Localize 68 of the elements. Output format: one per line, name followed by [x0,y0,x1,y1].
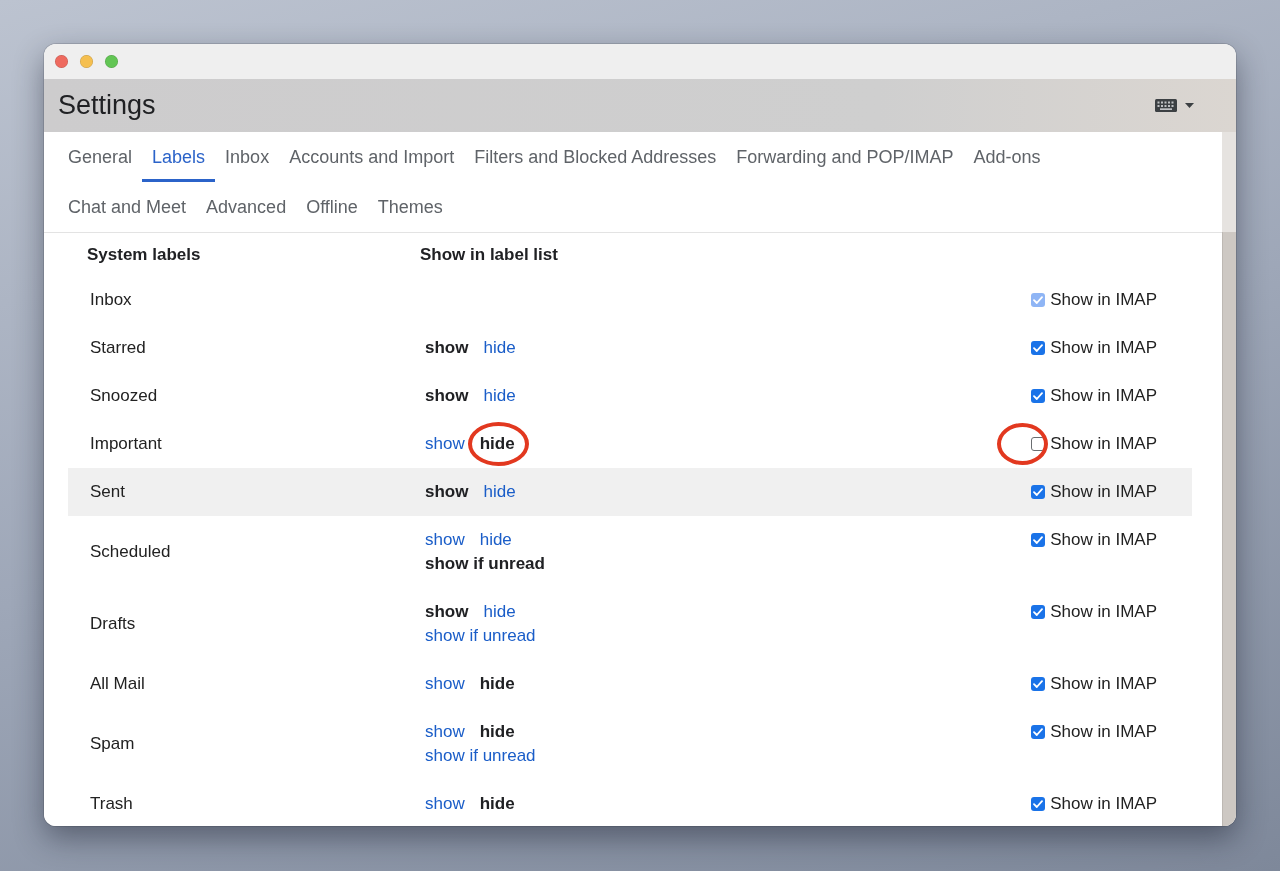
imap-checkbox[interactable] [1031,437,1046,451]
selected-option: hide [479,720,515,744]
settings-tab[interactable]: Filters and Blocked Addresses [464,132,727,182]
option-link[interactable]: hide [483,480,516,504]
settings-tab[interactable]: Advanced [196,182,297,232]
label-name: Sent [90,481,125,503]
option-link[interactable]: hide [483,600,516,624]
option-link[interactable]: hide [479,528,512,552]
settings-tab[interactable]: Offline [296,182,368,232]
checkbox-label[interactable]: Show in IMAP [1050,432,1157,456]
selected-option: show [425,600,469,624]
checkbox-label[interactable]: Show in IMAP [1050,480,1157,504]
settings-tab[interactable]: Inbox [215,132,280,182]
column-header: System labels [86,244,201,265]
imap-checkbox[interactable] [1031,485,1046,499]
label-name: Snoozed [90,385,158,407]
label-name: Starred [90,337,146,359]
settings-tab[interactable]: General [58,132,143,182]
label-name: Inbox [90,289,132,311]
settings-tab[interactable]: Accounts and Import [279,132,465,182]
option-link[interactable]: show [425,432,465,456]
label-name: Important [90,433,162,455]
checkbox-label[interactable]: Show in IMAP [1050,384,1157,408]
imap-checkbox[interactable] [1031,677,1046,691]
caret-down-icon [1185,103,1194,108]
settings-tab[interactable]: Add-ons [963,132,1051,182]
option-link[interactable]: show [425,528,465,552]
selected-option: show [425,336,469,360]
imap-checkbox[interactable] [1031,533,1046,547]
selected-option: show if unread [425,552,545,576]
imap-checkbox[interactable] [1031,725,1046,739]
imap-checkbox[interactable] [1031,797,1046,811]
option-link[interactable]: show if unread [425,744,536,768]
settings-tab[interactable]: Themes [367,182,453,232]
selected-option: show [425,384,469,408]
imap-checkbox[interactable] [1031,341,1046,355]
option-link[interactable]: show [425,672,465,696]
selected-option: hide [479,432,515,456]
selected-option: show [425,480,469,504]
settings-tab[interactable]: Chat and Meet [58,182,197,232]
option-link[interactable]: hide [483,336,516,360]
checkbox-label[interactable]: Show in IMAP [1050,792,1157,816]
option-link[interactable]: show [425,720,465,744]
label-name: Drafts [90,613,136,635]
option-link[interactable]: show if unread [425,624,536,648]
checkbox-label[interactable]: Show in IMAP [1050,528,1157,552]
checkbox-label[interactable]: Show in IMAP [1050,672,1157,696]
checkbox-label[interactable]: Show in IMAP [1050,720,1157,744]
option-link[interactable]: hide [483,384,516,408]
option-link[interactable]: show [425,792,465,816]
label-name: Spam [90,733,135,755]
checkbox-label[interactable]: Show in IMAP [1050,600,1157,624]
label-name: All Mail [90,673,145,695]
label-name: Trash [90,793,133,815]
window-maximize-icon[interactable] [105,55,118,68]
imap-checkbox[interactable] [1031,389,1046,403]
selected-option: hide [479,672,515,696]
keyboard-icon [1155,99,1177,112]
checkbox-label[interactable]: Show in IMAP [1050,336,1157,360]
imap-checkbox[interactable] [1031,605,1046,619]
window-close-icon[interactable] [55,55,68,68]
selected-option: hide [479,792,515,816]
page-title: Settings [58,90,156,121]
settings-tab[interactable]: Labels [142,132,216,182]
column-header: Show in label list [420,244,558,265]
settings-tab[interactable]: Forwarding and POP/IMAP [726,132,964,182]
input-tools-button[interactable] [1155,99,1194,112]
label-name: Scheduled [90,541,171,563]
